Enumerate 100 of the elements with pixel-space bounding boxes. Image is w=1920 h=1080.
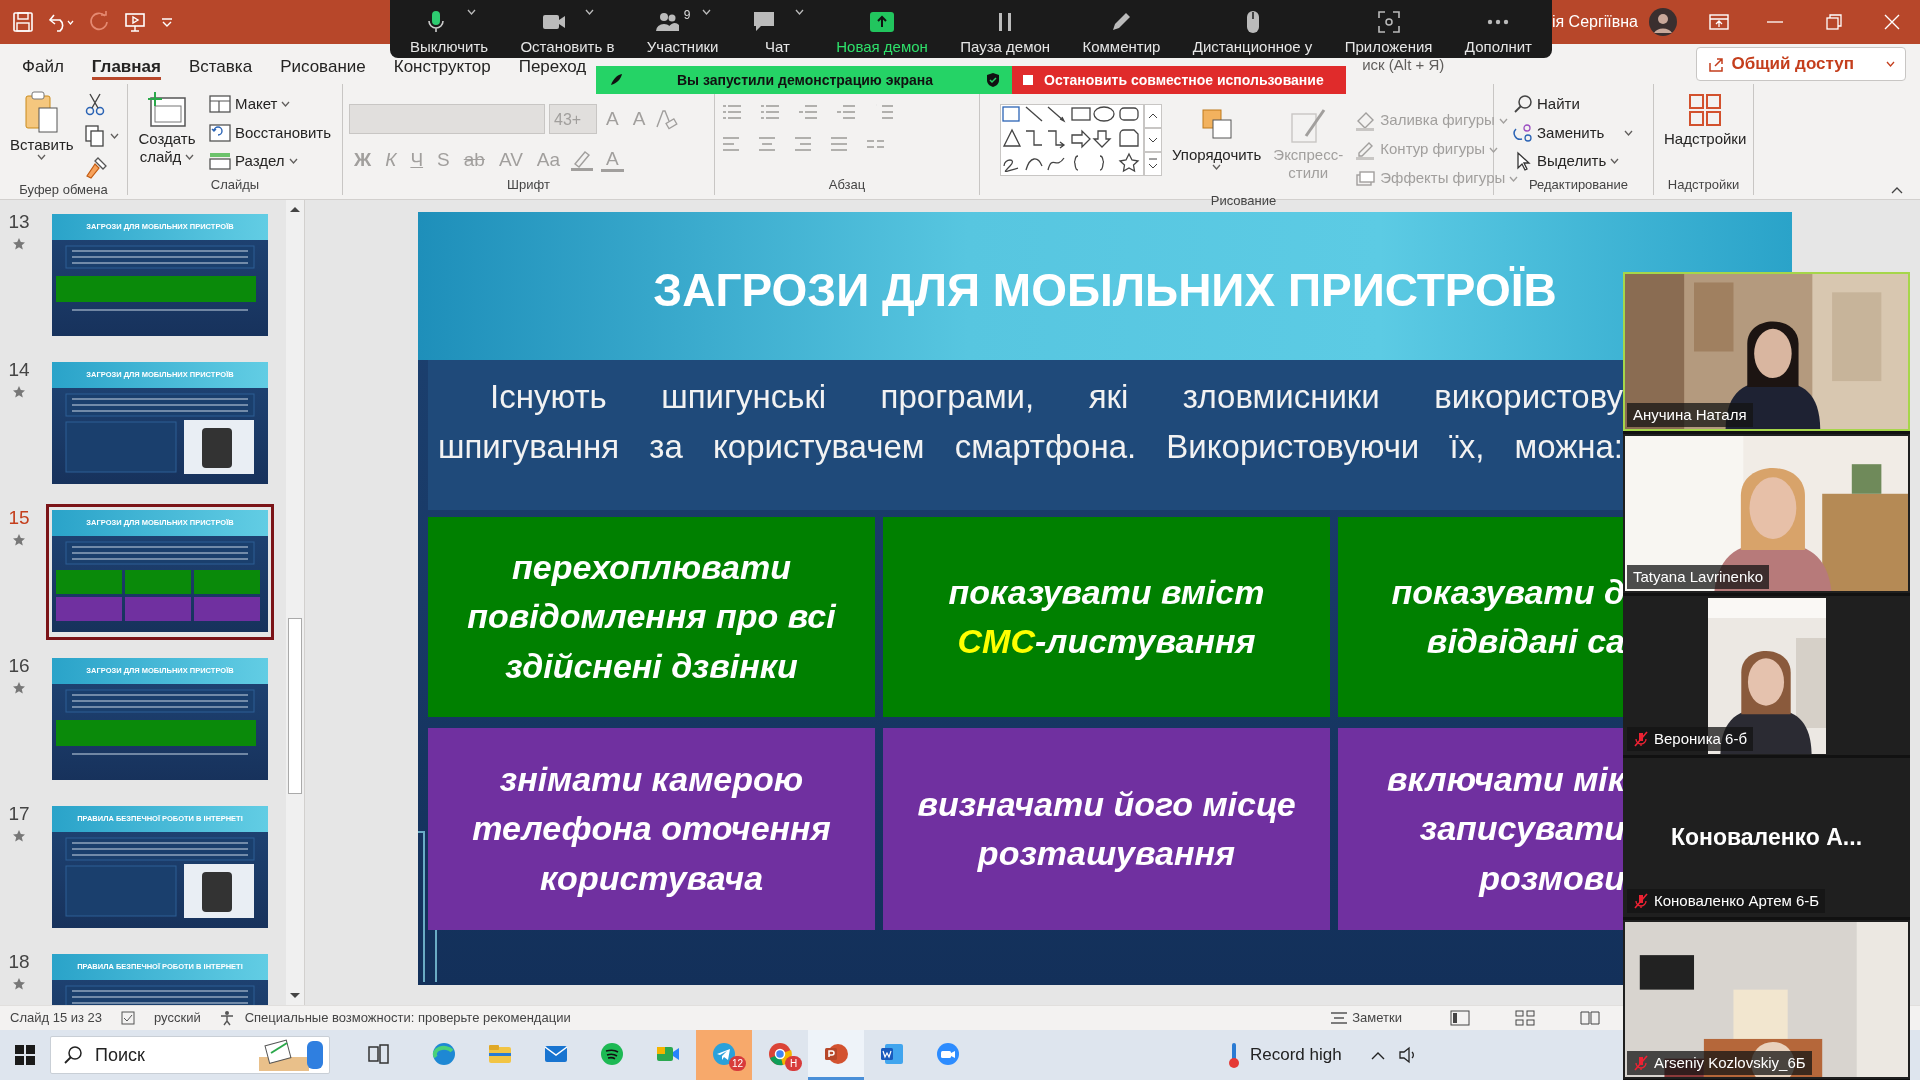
redo-icon: [88, 11, 110, 33]
notes-button[interactable]: Заметки: [1327, 1007, 1405, 1029]
ribbon-tab[interactable]: Файл: [8, 58, 78, 80]
taskbar-search-field[interactable]: Поиск: [50, 1036, 330, 1074]
caret-icon: [466, 9, 476, 15]
body-text: Існують шпигунські програми, які зловмисники використову: [489, 377, 1623, 417]
slide-number: 13: [8, 210, 30, 234]
add-ins-button[interactable]: Надстройки: [1660, 88, 1751, 175]
numbering-icon: [759, 104, 781, 120]
participant-name: Вероника 6-б: [1654, 728, 1748, 749]
caret-icon: [1498, 117, 1508, 124]
taskbar-app[interactable]: H: [752, 1030, 808, 1080]
card-text: знімати камерою телефона оточення користувача: [472, 759, 831, 899]
clipboard-icon: [22, 90, 61, 136]
muted-mic-icon: [1633, 1054, 1649, 1071]
accessibility-status: Специальные возможности: проверьте рекомендации: [244, 1009, 571, 1028]
toolbar-button[interactable]: Остановить в: [514, 0, 621, 58]
justify-icon: [829, 136, 849, 152]
toolbar-button[interactable]: Пауза демон: [954, 0, 1057, 58]
section-button[interactable]: Раздел: [206, 149, 335, 174]
shield-icon: [986, 72, 1000, 88]
group-label: Редактирование: [1529, 176, 1628, 194]
toolbar-button[interactable]: Приложения: [1338, 0, 1439, 58]
reading-view-icon: [1580, 1010, 1600, 1026]
weather-text: Record high: [1250, 1044, 1342, 1067]
app-icon: [431, 1040, 457, 1067]
replace-icon: [1513, 122, 1533, 143]
search-icon: [63, 1045, 83, 1065]
taskbar-app[interactable]: 12: [696, 1030, 752, 1080]
star-icon: [12, 384, 26, 399]
stop-sharing-button[interactable]: Остановить совместное использование: [1012, 66, 1346, 94]
share-button[interactable]: Общий доступ: [1696, 47, 1906, 81]
toolbar-button[interactable]: Новая демон: [830, 0, 934, 58]
taskbar-app[interactable]: [808, 1030, 864, 1080]
close-icon: [1883, 13, 1901, 31]
participant-name: Arseniy Kozlovskiy_6Б: [1654, 1052, 1806, 1073]
pin-icon: [608, 72, 624, 88]
card-text: показувати вміст СМС-листування: [948, 571, 1265, 662]
apps-icon: [1375, 9, 1402, 35]
more-icon: [1487, 19, 1510, 25]
increase-indent-icon: [835, 104, 857, 120]
star-icon: [12, 828, 26, 843]
caret-icon: [109, 133, 119, 139]
toolbar-button[interactable]: Выключить: [404, 0, 495, 58]
app-icon: [935, 1040, 961, 1067]
ribbon-tab[interactable]: Конструктор: [379, 58, 505, 80]
reset-button[interactable]: Восстановить: [206, 120, 335, 145]
toolbar-button[interactable]: 9 Участники: [640, 0, 725, 58]
customize-icon: [160, 16, 174, 28]
card-text: включати мік записувати розмови: [1385, 759, 1625, 899]
caret-icon: [1489, 146, 1499, 153]
save-icon: [12, 11, 34, 33]
toolbar-button[interactable]: Дополнит: [1458, 0, 1538, 58]
ribbon-tab[interactable]: Переход: [504, 58, 601, 80]
caret-icon: [1886, 60, 1895, 67]
layout-button[interactable]: Макет: [206, 92, 335, 117]
participant-name: Коноваленко Артем 6-Б: [1654, 890, 1820, 911]
group-label: Рисование: [1210, 192, 1277, 210]
notes-check-icon: [120, 1010, 137, 1026]
notification-badge: 12: [728, 1056, 746, 1071]
new-slide-button[interactable]: Создать слайд: [134, 88, 200, 175]
group-label: Абзац: [828, 176, 866, 194]
user-name: ія Сергіївна: [1551, 12, 1638, 32]
slide-title: ЗАГРОЗИ ДЛЯ МОБІЛЬНИХ ПРИСТРОЇВ: [653, 262, 1557, 318]
muted-mic-icon: [1633, 730, 1649, 747]
star-icon: [12, 532, 26, 547]
slide-number: 17: [8, 802, 30, 826]
new-slide-icon: [145, 90, 189, 130]
arrange-button[interactable]: Упорядочить: [1168, 104, 1266, 191]
slide-number: 16: [8, 654, 30, 678]
scroll-down-icon: [1144, 128, 1162, 152]
toolbar-button[interactable]: Чат: [744, 0, 810, 58]
windows-icon: [14, 1044, 36, 1066]
ribbon-tab[interactable]: Рисование: [266, 58, 380, 80]
normal-view-icon: [1450, 1010, 1470, 1026]
card-text: визначати його місце розташування: [917, 783, 1296, 874]
card-text: показувати д відвідані са: [1390, 571, 1625, 662]
notes-icon: [1330, 1011, 1349, 1025]
app-icon: [599, 1040, 625, 1067]
star-icon: [12, 976, 26, 991]
participant-display-name: Коноваленко А...: [1670, 823, 1863, 853]
toolbar-button[interactable]: Комментир: [1076, 0, 1167, 58]
caret-icon: [1212, 164, 1222, 170]
toolbar-button[interactable]: Дистанционное у: [1186, 0, 1319, 58]
card-text: перехоплювати повідомлення про всі здійснені дзвінки: [467, 547, 836, 687]
scroll-up-icon: [1144, 104, 1162, 128]
participant-name: Анучина Наталя: [1633, 404, 1747, 425]
group-label: Слайды: [210, 176, 260, 194]
clear-formatting-icon: [654, 107, 679, 131]
slide-number: 14: [8, 358, 30, 382]
ribbon-tab[interactable]: Вставка: [174, 58, 267, 80]
ribbon-tab[interactable]: Главная: [77, 58, 175, 80]
minimize-icon: [1767, 21, 1783, 23]
sharing-status: Вы запустили демонстрацию экрана: [676, 70, 934, 90]
scrollbar-thumb[interactable]: [288, 618, 302, 794]
bullets-icon: [721, 104, 743, 120]
gallery-more-icon: [1144, 152, 1162, 176]
decrease-indent-icon: [797, 104, 819, 120]
paste-button[interactable]: Вставить: [6, 88, 78, 180]
align-center-icon: [757, 136, 777, 152]
